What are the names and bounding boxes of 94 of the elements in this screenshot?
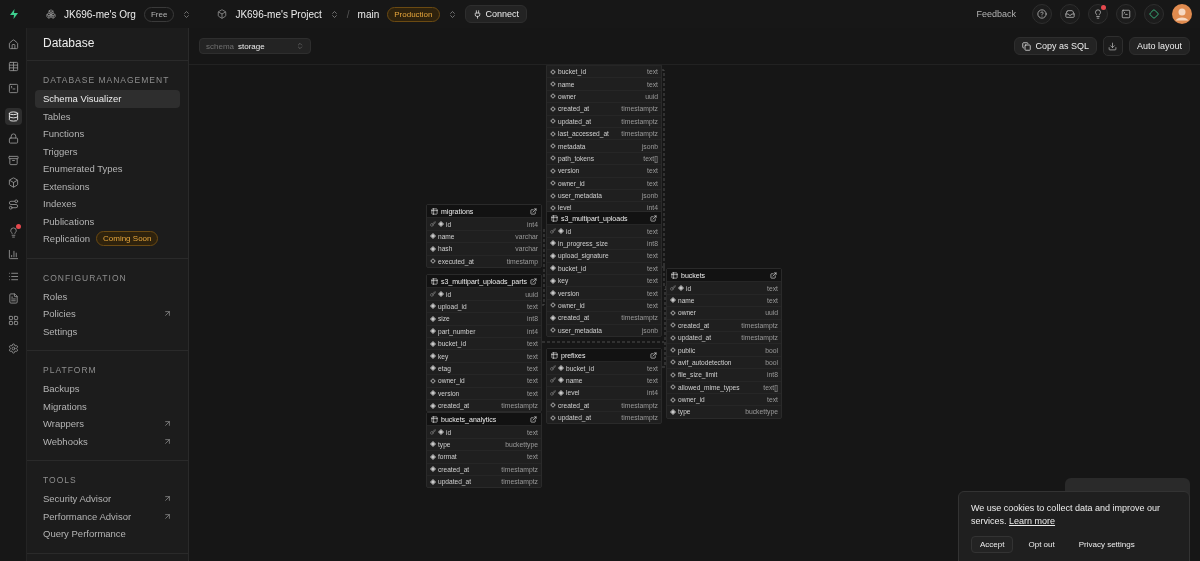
- learn-more-link[interactable]: Learn more: [1009, 516, 1056, 526]
- sidebar-item-label: Migrations: [43, 400, 87, 412]
- lightbulb-icon: [1093, 9, 1103, 19]
- sidebar-item-label: Replication: [43, 233, 90, 245]
- sidebar-item[interactable]: Tables: [35, 107, 180, 125]
- sidebar-item-label: Extensions: [43, 180, 90, 192]
- sidebar-item-label: Webhooks: [43, 435, 88, 447]
- sidebar-item[interactable]: Roles: [35, 287, 180, 305]
- sidebar-item[interactable]: Replication Coming Soon: [35, 230, 180, 248]
- open-icon[interactable]: [530, 207, 537, 215]
- sidebar-item[interactable]: Triggers: [35, 142, 180, 160]
- open-icon[interactable]: [530, 415, 537, 423]
- sidebar-item-label: Triggers: [43, 145, 78, 157]
- sidebar-item-label: Settings: [43, 325, 78, 337]
- sidebar-item-label: Performance Advisor: [43, 510, 132, 522]
- sidebar-item-label: Functions: [43, 128, 85, 140]
- sidebar-item[interactable]: Performance Advisor: [35, 507, 180, 525]
- lightbulb-button[interactable]: [1088, 4, 1108, 24]
- database-icon[interactable]: [4, 108, 22, 125]
- logo-icon[interactable]: [8, 8, 20, 20]
- sidebar-item-label: Tables: [43, 110, 71, 122]
- inbox-icon: [1065, 9, 1075, 19]
- avatar[interactable]: [1172, 4, 1192, 24]
- sidebar-item-label: Roles: [43, 290, 68, 302]
- cookie-message: We use cookies to collect data and improve our services. Learn more: [971, 502, 1161, 528]
- auto-layout-button[interactable]: Auto layout: [1128, 37, 1190, 55]
- privacy-settings-button[interactable]: Privacy settings: [1069, 536, 1144, 553]
- opt-out-button[interactable]: Opt out: [1019, 536, 1064, 553]
- sidebar-item[interactable]: Backups: [35, 380, 180, 398]
- download-button[interactable]: [1102, 36, 1123, 56]
- plug-icon: [472, 9, 482, 19]
- table-icon: [431, 415, 438, 423]
- copy-icon: [1022, 41, 1032, 51]
- chevrons-icon[interactable]: [447, 9, 457, 19]
- open-icon[interactable]: [650, 351, 657, 359]
- copy-as-sql-button[interactable]: Copy as SQL: [1014, 37, 1097, 55]
- organization-icon: [46, 9, 56, 19]
- help-button[interactable]: [1032, 4, 1052, 24]
- sidebar-item[interactable]: Schema Visualizer: [35, 90, 180, 108]
- project-icon: [217, 9, 228, 19]
- table-icon: [431, 277, 438, 285]
- chevrons-icon[interactable]: [182, 9, 192, 19]
- sidebar-item-label: Enumerated Types: [43, 163, 123, 175]
- sidebar-item-label: Schema Visualizer: [43, 93, 122, 105]
- sidebar-item-label: Publications: [43, 215, 95, 227]
- branch-name[interactable]: main: [357, 8, 380, 20]
- sidebar-item[interactable]: Query Performance: [35, 525, 180, 543]
- sidebar-item-label: Wrappers: [43, 418, 84, 430]
- section-heading: CONFIGURATION: [42, 271, 128, 285]
- sidebar-item[interactable]: Settings: [35, 322, 180, 340]
- accept-button[interactable]: Accept: [971, 536, 1014, 553]
- chevrons-icon: [296, 42, 304, 50]
- sidebar-item-label: Backups: [43, 383, 80, 395]
- sidebar-item[interactable]: Migrations: [35, 397, 180, 415]
- sidebar-title: Database: [27, 28, 188, 61]
- connect-button[interactable]: Connect: [464, 5, 528, 23]
- organization-name[interactable]: JK696-me's Org: [64, 8, 136, 20]
- sidebar-item[interactable]: Webhooks: [35, 432, 180, 450]
- section-heading: TOOLS: [42, 474, 78, 487]
- terminal-icon: [1121, 9, 1131, 19]
- sidebar-item-label: Policies: [43, 308, 76, 320]
- inbox-button[interactable]: [1060, 4, 1080, 24]
- sidebar-item[interactable]: Indexes: [35, 195, 180, 213]
- open-icon[interactable]: [770, 271, 777, 279]
- breadcrumb-separator: /: [346, 8, 350, 20]
- table-icon: [431, 207, 438, 215]
- sidebar-item[interactable]: Publications: [35, 212, 180, 230]
- sidebar-item[interactable]: Enumerated Types: [35, 160, 180, 178]
- sidebar-item[interactable]: Policies: [35, 305, 180, 323]
- schema-select[interactable]: schema storage: [199, 38, 311, 54]
- sidebar-item[interactable]: Wrappers: [35, 415, 180, 433]
- chevrons-icon[interactable]: [329, 9, 339, 19]
- coming-soon-badge: Coming Soon: [96, 231, 159, 247]
- section-heading: DATABASE MANAGEMENT: [42, 74, 171, 87]
- feedback-link[interactable]: Feedback: [976, 9, 1016, 19]
- help-icon: [1037, 9, 1047, 19]
- sidebar-item-label: Security Advisor: [43, 493, 112, 505]
- environment-badge: Production: [387, 6, 440, 22]
- open-icon[interactable]: [650, 214, 657, 222]
- open-icon[interactable]: [530, 277, 537, 285]
- sidebar-item-label: Indexes: [43, 198, 77, 210]
- diamond-icon: [1149, 9, 1159, 19]
- diamond-button[interactable]: [1144, 4, 1164, 24]
- download-icon: [1108, 41, 1118, 51]
- table-icon: [551, 351, 558, 359]
- sidebar-item[interactable]: Functions: [35, 125, 180, 143]
- section-heading: PLATFORM: [42, 364, 98, 377]
- table-icon: [671, 271, 678, 279]
- sidebar-item[interactable]: Extensions: [35, 177, 180, 195]
- sidebar-item-label: Query Performance: [43, 528, 126, 540]
- table-icon: [551, 214, 558, 222]
- sidebar-item[interactable]: Security Advisor: [35, 490, 180, 508]
- project-name[interactable]: JK696-me's Project: [235, 8, 322, 20]
- terminal-button[interactable]: [1116, 4, 1136, 24]
